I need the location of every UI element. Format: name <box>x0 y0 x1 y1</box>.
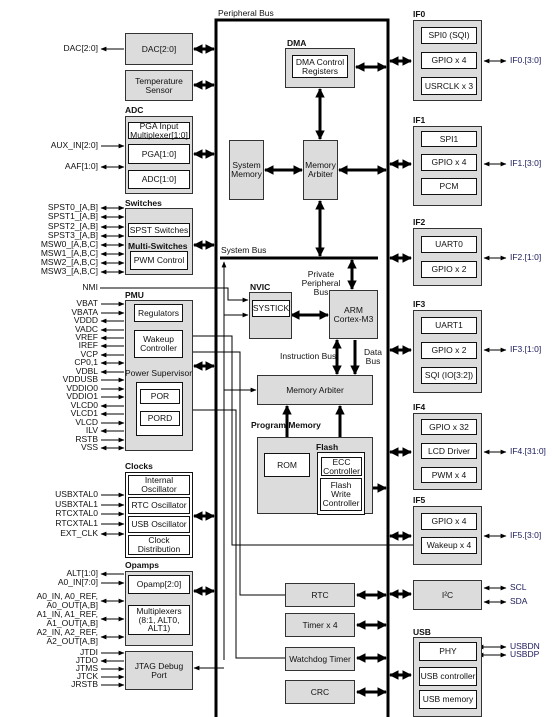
if4-label-label: IF4 <box>413 402 426 413</box>
pcm-block: PCM <box>421 178 477 195</box>
wakeup4-block: Wakeup x 4 <box>421 537 477 554</box>
pin-label: AUX_IN[2:0] <box>50 140 98 150</box>
spi1-block: SPI1 <box>421 131 477 147</box>
private-bus-label: Private Peripheral Bus <box>301 269 341 297</box>
if5-label-label: IF5 <box>413 495 426 506</box>
regulators-block: Regulators <box>134 304 183 322</box>
uart1-block: UART1 <box>421 317 477 334</box>
usb-ctrl-block: USB controller <box>419 667 477 686</box>
pin-label: NMI <box>82 282 98 292</box>
dac-block: DAC[2:0] <box>125 33 193 65</box>
pin-label: RTCXTAL0 <box>55 508 98 518</box>
if4-gpio-block: GPIO x 32 <box>421 419 477 435</box>
pga-mux-block: PGA Input Multiplexer[1:0] <box>128 121 190 139</box>
mem-arb2-block: Memory Arbiter <box>257 375 373 405</box>
uart0-block: UART0 <box>421 236 477 253</box>
pin-label: USBXTAL0 <box>55 489 98 499</box>
pin-label: IF1.[3:0] <box>510 158 542 168</box>
system-bus-label: System Bus <box>221 245 267 255</box>
mux-block: Multiplexers (8:1, ALT0, ALT1) <box>128 605 190 635</box>
pin-label: JRSTB <box>71 679 98 689</box>
pin-label: MSW3_[A,B,C] <box>40 266 98 276</box>
sys-mem-block: System Memory <box>229 140 264 200</box>
opamps-label-label: Opamps <box>125 559 160 570</box>
pin-label: DAC[2:0] <box>63 43 99 53</box>
if0-gpio-block: GPIO x 4 <box>421 52 477 69</box>
pwm4-block: PWM x 4 <box>421 467 477 483</box>
prog-label-label: Program Memory <box>251 419 321 430</box>
peripheral-bus-label: Peripheral Bus <box>218 8 274 18</box>
if1-gpio-block: GPIO x 4 <box>421 154 477 171</box>
pin-label: SCL <box>510 582 527 592</box>
if1-label-label: IF1 <box>413 115 426 126</box>
nmi-line <box>100 287 249 303</box>
if2-label-label: IF2 <box>413 217 426 228</box>
if3-label-label: IF3 <box>413 299 426 310</box>
pwm-ctrl-block: PWM Control <box>130 251 188 270</box>
pin-label: SDA <box>510 596 528 606</box>
power-sup-block: Power Supervisor <box>124 367 193 378</box>
por-block: POR <box>140 389 180 404</box>
phy-block: PHY <box>419 642 477 661</box>
pin-label: EXT_CLK <box>60 528 98 538</box>
instruction-bus-label: Instruction Bus <box>280 351 337 361</box>
dma-regs-block: DMA Control Registers <box>292 55 348 78</box>
rtc-osc-block: RTC Oscillator <box>128 497 190 514</box>
watchdog-block: Watchdog Timer <box>285 647 355 671</box>
pin-label: AAF[1:0] <box>64 161 98 171</box>
pin-label: SPST1_[A,B] <box>47 211 98 221</box>
pin-label: IF3.[1:0] <box>510 344 542 354</box>
block-diagram: DAC[2:0] Temperature Sensor ADC PGA Input M… <box>0 0 554 717</box>
if5-gpio-block: GPIO x 4 <box>421 513 477 530</box>
usrclk-block: USRCLK x 3 <box>421 77 477 95</box>
lcd-block: LCD Driver <box>421 443 477 459</box>
int-osc-block: Internal Oscillator <box>128 475 190 495</box>
wakeup-ctrl-block: Wakeup Controller <box>134 330 183 358</box>
pin-label: RTCXTAL1 <box>55 518 98 528</box>
clk-dist-block: Clock Distribution <box>128 535 190 555</box>
sqi-block: SQI (IO[3:2]) <box>421 367 477 384</box>
usb-osc-block: USB Oscillator <box>128 516 190 533</box>
timer-block: Timer x 4 <box>285 613 355 637</box>
pin-label: A0_IN, A0_REF, A0_OUT[A,B] <box>36 591 98 610</box>
adc-label-label: ADC <box>125 104 144 115</box>
rom-block: ROM <box>264 453 310 477</box>
i2c-block: I²C <box>413 580 482 610</box>
opamp-block: Opamp[2:0] <box>128 575 190 594</box>
systick-block: SYSTICK <box>252 300 290 317</box>
pord-block: PORD <box>140 411 180 426</box>
adc-block: ADC[1:0] <box>128 170 190 189</box>
crc-block: CRC <box>285 680 355 704</box>
rtc-block: RTC <box>285 583 355 607</box>
jtag-block: JTAG Debug Port <box>125 651 193 690</box>
pin-label: A0_IN[7:0] <box>57 577 98 587</box>
pin-label: IF0.[3:0] <box>510 55 542 65</box>
spst-block: SPST Switches <box>128 223 190 237</box>
if3-gpio-block: GPIO x 2 <box>421 342 477 359</box>
data-bus-label: Data Bus <box>364 347 382 366</box>
pin-label: USBDP <box>510 649 540 659</box>
pin-label: A1_IN, A1_REF, A1_OUT[A,B] <box>36 609 98 628</box>
temp-block: Temperature Sensor <box>125 70 193 101</box>
mem-arb1-block: Memory Arbiter <box>303 140 338 200</box>
clocks-label-label: Clocks <box>125 460 153 471</box>
flash-write-block: Flash Write Controller <box>320 478 362 511</box>
arm-block: ARM Cortex-M3 <box>329 290 378 339</box>
pin-label: IF4.[31:0] <box>510 446 546 456</box>
pin-label: IF5.[3:0] <box>510 530 542 540</box>
if2-gpio-block: GPIO x 2 <box>421 261 477 278</box>
pin-label: VSS <box>80 442 98 452</box>
pga-block: PGA[1:0] <box>128 144 190 164</box>
if0-label-label: IF0 <box>413 9 426 20</box>
pin-label: A2_IN, A2_REF, A2_OUT[A,B] <box>36 627 98 646</box>
usb-mem-block: USB memory <box>419 690 477 709</box>
spi0-block: SPI0 (SQI) <box>421 27 477 44</box>
pin-label: IF2.[1:0] <box>510 252 542 262</box>
ecc-block: ECC Controller <box>321 457 362 476</box>
